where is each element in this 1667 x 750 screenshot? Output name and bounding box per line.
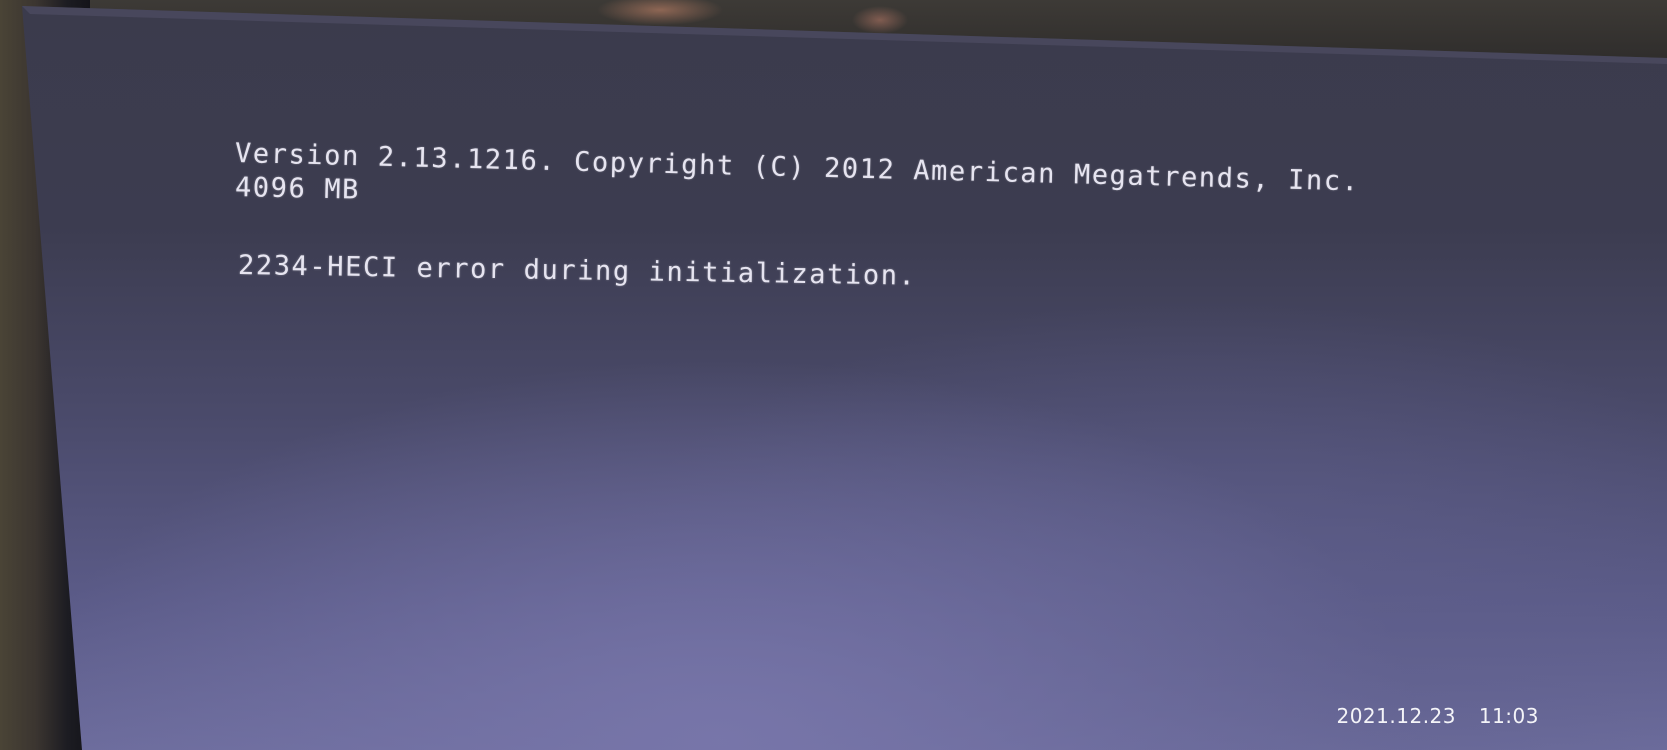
bios-post-screen (22, 6, 1667, 750)
photo-time: 11:03 (1478, 704, 1539, 728)
photo-date: 2021.12.23 (1336, 704, 1456, 728)
photo-timestamp: 2021.12.23 11:03 (1336, 704, 1539, 728)
memory-size-line: 4096 MB (234, 172, 361, 206)
monitor-photo: Version 2.13.1216. Copyright (C) 2012 Am… (0, 0, 1667, 750)
